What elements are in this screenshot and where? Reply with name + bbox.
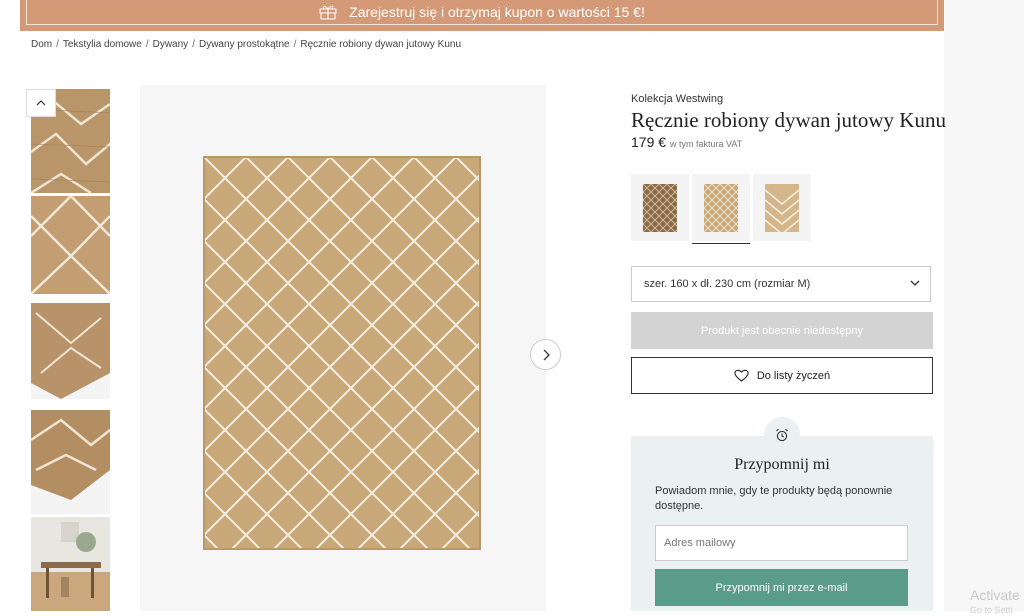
rug-illustration	[203, 156, 481, 550]
remind-description: Powiadom mnie, gdy te produkty będą pono…	[655, 485, 893, 512]
windows-activation-watermark: Activate	[970, 587, 1020, 603]
thumbnail-scroll-up-button[interactable]	[26, 89, 56, 117]
remind-title: Przypomnij mi	[734, 456, 830, 473]
breadcrumb-item[interactable]: Dywany prostokątne	[199, 39, 290, 50]
breadcrumb: Dom / Tekstylia domowe / Dywany / Dywany pr…	[31, 39, 461, 50]
thumbnail-2[interactable]	[31, 196, 110, 294]
promo-text: Zarejestruj się i otrzymaj kupon o warto…	[349, 4, 645, 20]
page-background-edge	[944, 0, 1024, 611]
main-product-image[interactable]	[140, 85, 546, 611]
next-image-button[interactable]	[530, 339, 561, 370]
windows-activation-subtext: Go to Setti	[970, 605, 1013, 615]
alarm-clock-icon	[764, 417, 800, 453]
unavailable-button: Produkt jest obecnie niedostępny	[631, 312, 933, 349]
breadcrumb-separator: /	[145, 39, 149, 50]
breadcrumb-item[interactable]: Dom	[31, 39, 52, 50]
email-field[interactable]	[655, 525, 908, 561]
promo-banner[interactable]: Zarejestruj się i otrzymaj kupon o warto…	[20, 0, 944, 31]
size-select-value: szer. 160 x dł. 230 cm (rozmiar M)	[644, 278, 811, 290]
chevron-down-icon	[910, 280, 920, 286]
wishlist-button[interactable]: Do listy życzeń	[631, 357, 933, 394]
wishlist-label: Do listy życzeń	[756, 369, 831, 382]
breadcrumb-item[interactable]: Dywany	[153, 39, 189, 50]
breadcrumb-separator: /	[192, 39, 195, 50]
brand-label[interactable]: Kolekcja Westwing	[631, 93, 723, 105]
thumbnail-3[interactable]	[31, 303, 110, 399]
chevron-right-icon	[543, 349, 550, 360]
heart-icon	[734, 369, 749, 382]
variant-option-chevron[interactable]	[753, 174, 811, 241]
variant-option-dark-diamond[interactable]	[631, 174, 689, 241]
remind-email-button[interactable]: Przypomnij mi przez e-mail	[655, 569, 908, 606]
chevron-up-icon	[36, 100, 46, 106]
breadcrumb-item[interactable]: Tekstylia domowe	[63, 39, 142, 50]
breadcrumb-current: Ręcznie robiony dywan jutowy Kunu	[300, 39, 462, 50]
price-value: 179 €	[631, 134, 667, 150]
variant-option-kunu[interactable]	[692, 174, 750, 244]
variant-selector	[631, 174, 814, 244]
product-title: Ręcznie robiony dywan jutowy Kunu	[631, 108, 946, 132]
gift-icon	[319, 5, 337, 20]
breadcrumb-separator: /	[293, 39, 297, 50]
thumbnail-5[interactable]	[31, 517, 110, 611]
price: 179 € w tym faktura VAT	[631, 134, 742, 150]
thumbnail-4[interactable]	[31, 410, 110, 514]
breadcrumb-separator: /	[56, 39, 59, 50]
vat-note: w tym faktura VAT	[670, 139, 743, 149]
size-select[interactable]: szer. 160 x dł. 230 cm (rozmiar M)	[631, 266, 931, 302]
